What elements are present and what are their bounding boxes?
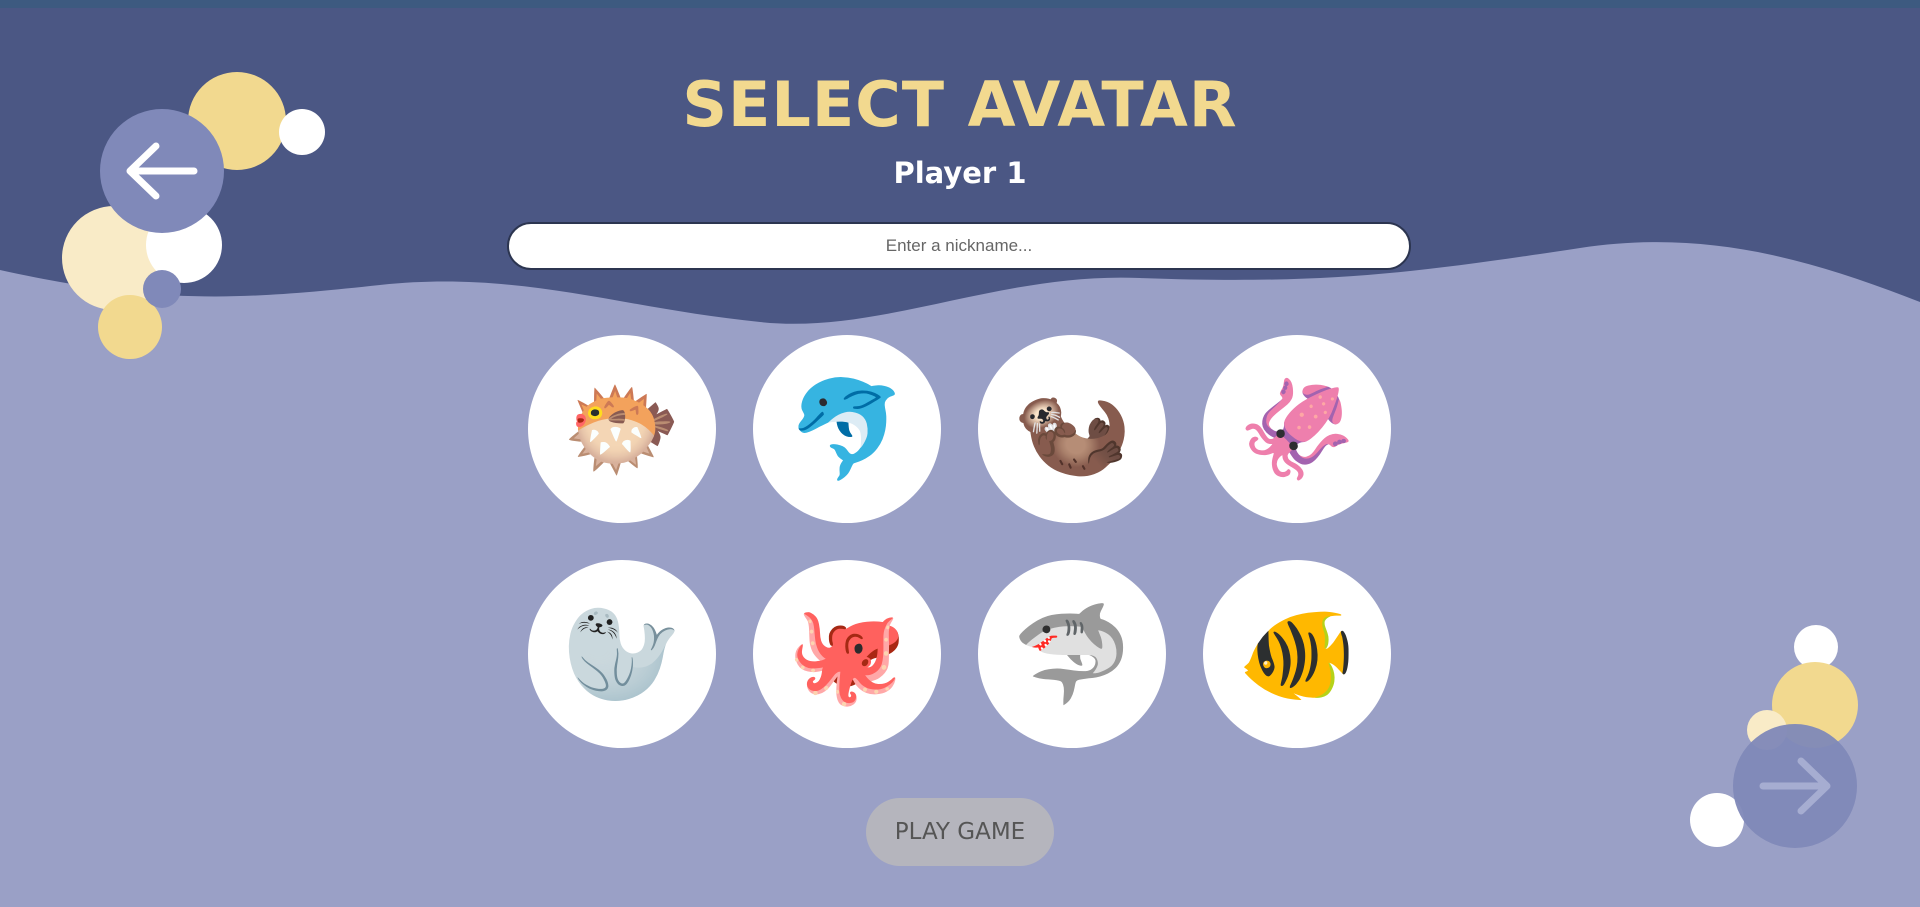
avatar-shark[interactable]: 🦈 xyxy=(978,560,1166,748)
nickname-input[interactable] xyxy=(507,222,1411,270)
avatar-blowfish[interactable]: 🐡 xyxy=(528,335,716,523)
avatar-octopus[interactable]: 🐙 xyxy=(753,560,941,748)
avatar-dolphin[interactable]: 🐬 xyxy=(753,335,941,523)
avatar-seal[interactable]: 🦭 xyxy=(528,560,716,748)
arrow-right-icon xyxy=(1759,757,1831,815)
player-label: Player 1 xyxy=(893,156,1027,190)
play-game-button[interactable]: PLAY GAME xyxy=(866,798,1054,866)
next-button[interactable] xyxy=(1733,724,1857,848)
bubble-blue-small xyxy=(143,270,181,308)
avatar-grid: 🐡 🐬 🦦 🦑 🦭 🐙 🦈 🐠 xyxy=(528,335,1392,748)
page-title: SELECT AVATAR xyxy=(682,68,1238,141)
avatar-tropical-fish[interactable]: 🐠 xyxy=(1203,560,1391,748)
avatar-squid[interactable]: 🦑 xyxy=(1203,335,1391,523)
avatar-otter[interactable]: 🦦 xyxy=(978,335,1166,523)
